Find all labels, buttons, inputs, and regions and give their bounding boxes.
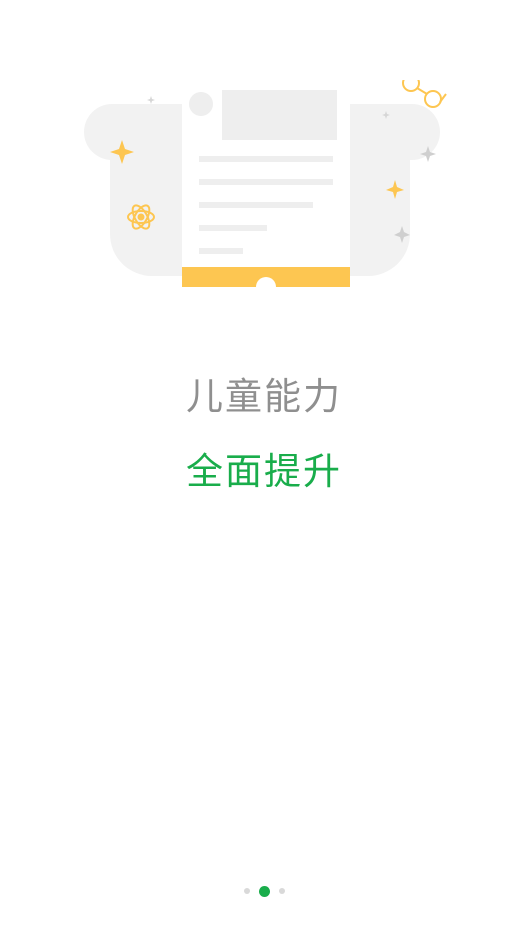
document-header-block [222,90,337,140]
sparkle-icon [147,96,155,104]
page-dot-active[interactable] [258,885,270,897]
page-dot[interactable] [278,888,285,894]
intro-subtitle: 全面提升 [186,450,342,493]
onboarding-screen: 儿童能力 全面提升 [0,0,528,939]
intro-title: 儿童能力 [186,375,342,418]
document-avatar [189,92,213,116]
page-dot[interactable] [243,888,250,894]
glasses-icon [402,80,447,108]
page-indicator [0,884,528,898]
document-illustration [84,80,447,288]
